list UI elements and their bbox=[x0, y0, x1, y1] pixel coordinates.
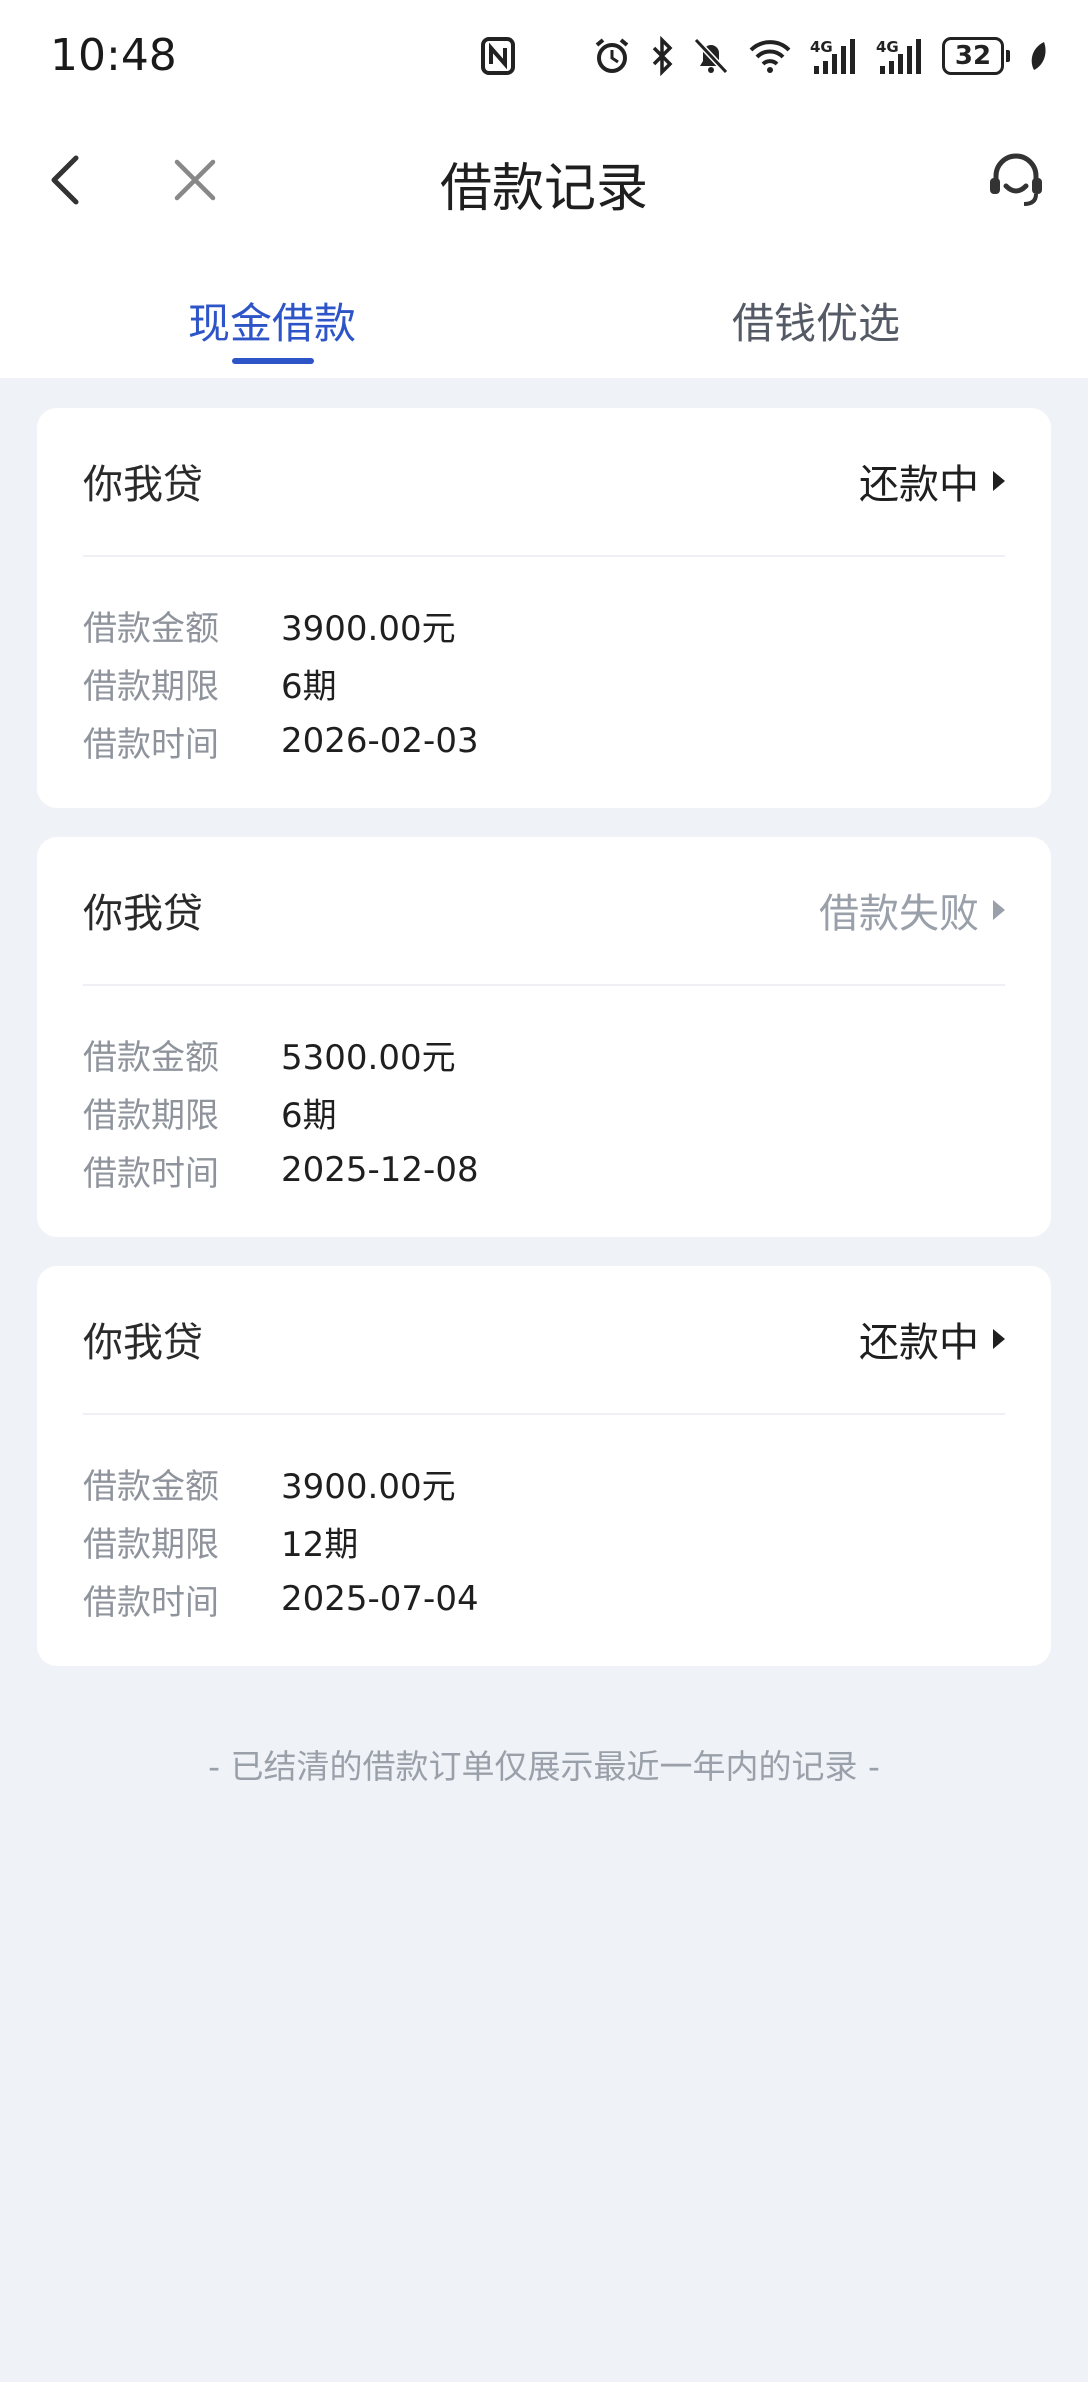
detail-value: 2025-07-04 bbox=[281, 1579, 479, 1619]
detail-row-time: 借款时间 2025-07-04 bbox=[83, 1570, 479, 1628]
detail-row-amount: 借款金额 3900.00元 bbox=[83, 1454, 479, 1512]
lender-name: 你我贷 bbox=[83, 462, 203, 508]
loan-status[interactable]: 借款失败 bbox=[819, 881, 1005, 939]
detail-label: 借款金额 bbox=[83, 608, 219, 649]
loan-details: 借款金额 3900.00元 借款期限 6期 借款时间 2026-02-03 bbox=[83, 596, 479, 770]
mute-bell-icon bbox=[692, 36, 730, 76]
loan-details: 借款金额 3900.00元 借款期限 12期 借款时间 2025-07-04 bbox=[83, 1454, 479, 1628]
detail-label: 借款期限 bbox=[83, 1524, 219, 1565]
detail-value: 2025-12-08 bbox=[281, 1150, 479, 1190]
loan-status-text: 借款失败 bbox=[819, 891, 979, 937]
caret-right-icon bbox=[993, 900, 1005, 920]
detail-value: 5300.00元 bbox=[281, 1037, 456, 1078]
nav-bar: 借款记录 bbox=[0, 130, 1088, 230]
card-header: 你我贷 还款中 bbox=[83, 1310, 1005, 1370]
divider bbox=[83, 984, 1005, 986]
loan-status-text: 还款中 bbox=[859, 1320, 979, 1366]
loan-card[interactable]: 你我贷 还款中 借款金额 3900.00元 借款期限 6期 借款时间 2026-… bbox=[37, 408, 1051, 808]
lender-name: 你我贷 bbox=[83, 1320, 203, 1366]
lender-name: 你我贷 bbox=[83, 891, 203, 937]
header-area: 10:48 4G 4G 32 借款记录 现金借款 借钱优选 bbox=[0, 0, 1088, 378]
tab-borrow-preferred[interactable]: 借钱优选 bbox=[616, 290, 1016, 351]
card-header: 你我贷 还款中 bbox=[83, 452, 1005, 512]
detail-label: 借款时间 bbox=[83, 1153, 219, 1194]
signal-4g-icon: 4G bbox=[810, 36, 858, 76]
detail-row-amount: 借款金额 5300.00元 bbox=[83, 1025, 479, 1083]
detail-row-term: 借款期限 6期 bbox=[83, 1083, 479, 1141]
detail-row-term: 借款期限 6期 bbox=[83, 654, 479, 712]
nfc-icon bbox=[480, 36, 516, 76]
caret-right-icon bbox=[993, 471, 1005, 491]
detail-row-time: 借款时间 2025-12-08 bbox=[83, 1141, 479, 1199]
leaf-icon bbox=[1028, 39, 1048, 73]
status-icons: 4G 4G 32 bbox=[480, 32, 1048, 80]
detail-label: 借款时间 bbox=[83, 724, 219, 765]
status-time: 10:48 bbox=[50, 30, 177, 81]
svg-text:4G: 4G bbox=[876, 38, 899, 56]
detail-value: 3900.00元 bbox=[281, 608, 456, 649]
bluetooth-icon bbox=[650, 36, 674, 76]
customer-service-button[interactable] bbox=[984, 148, 1048, 212]
detail-value: 2026-02-03 bbox=[281, 721, 479, 761]
tab-cash-loan[interactable]: 现金借款 bbox=[72, 290, 472, 351]
divider bbox=[83, 1413, 1005, 1415]
detail-label: 借款期限 bbox=[83, 1095, 219, 1136]
loan-card[interactable]: 你我贷 还款中 借款金额 3900.00元 借款期限 12期 借款时间 2025… bbox=[37, 1266, 1051, 1666]
battery-level: 32 bbox=[942, 37, 1004, 75]
svg-text:4G: 4G bbox=[810, 38, 833, 56]
detail-row-time: 借款时间 2026-02-03 bbox=[83, 712, 479, 770]
detail-label: 借款期限 bbox=[83, 666, 219, 707]
detail-value: 3900.00元 bbox=[281, 1466, 456, 1507]
active-tab-indicator bbox=[232, 358, 314, 364]
loan-status-text: 还款中 bbox=[859, 462, 979, 508]
divider bbox=[83, 555, 1005, 557]
detail-label: 借款金额 bbox=[83, 1466, 219, 1507]
detail-row-term: 借款期限 12期 bbox=[83, 1512, 479, 1570]
caret-right-icon bbox=[993, 1329, 1005, 1349]
detail-label: 借款金额 bbox=[83, 1037, 219, 1078]
loan-status[interactable]: 还款中 bbox=[859, 452, 1005, 510]
detail-value: 6期 bbox=[281, 1095, 337, 1136]
detail-row-amount: 借款金额 3900.00元 bbox=[83, 596, 479, 654]
status-bar: 10:48 4G 4G 32 bbox=[0, 0, 1088, 110]
page-title: 借款记录 bbox=[439, 159, 648, 219]
headset-icon bbox=[990, 153, 1042, 206]
detail-value: 6期 bbox=[281, 666, 337, 707]
footer-note: - 已结清的借款订单仅展示最近一年内的记录 - bbox=[208, 1747, 880, 1786]
loan-status[interactable]: 还款中 bbox=[859, 1310, 1005, 1368]
alarm-icon bbox=[592, 36, 632, 76]
signal-4g-icon: 4G bbox=[876, 36, 924, 76]
card-header: 你我贷 借款失败 bbox=[83, 881, 1005, 941]
loan-details: 借款金额 5300.00元 借款期限 6期 借款时间 2025-12-08 bbox=[83, 1025, 479, 1199]
tab-bar: 现金借款 借钱优选 bbox=[0, 270, 1088, 378]
loan-card[interactable]: 你我贷 借款失败 借款金额 5300.00元 借款期限 6期 借款时间 2025… bbox=[37, 837, 1051, 1237]
battery-cap bbox=[1006, 50, 1010, 62]
detail-label: 借款时间 bbox=[83, 1582, 219, 1623]
wifi-icon bbox=[748, 38, 792, 74]
detail-value: 12期 bbox=[281, 1524, 359, 1565]
battery-icon: 32 bbox=[942, 37, 1010, 75]
